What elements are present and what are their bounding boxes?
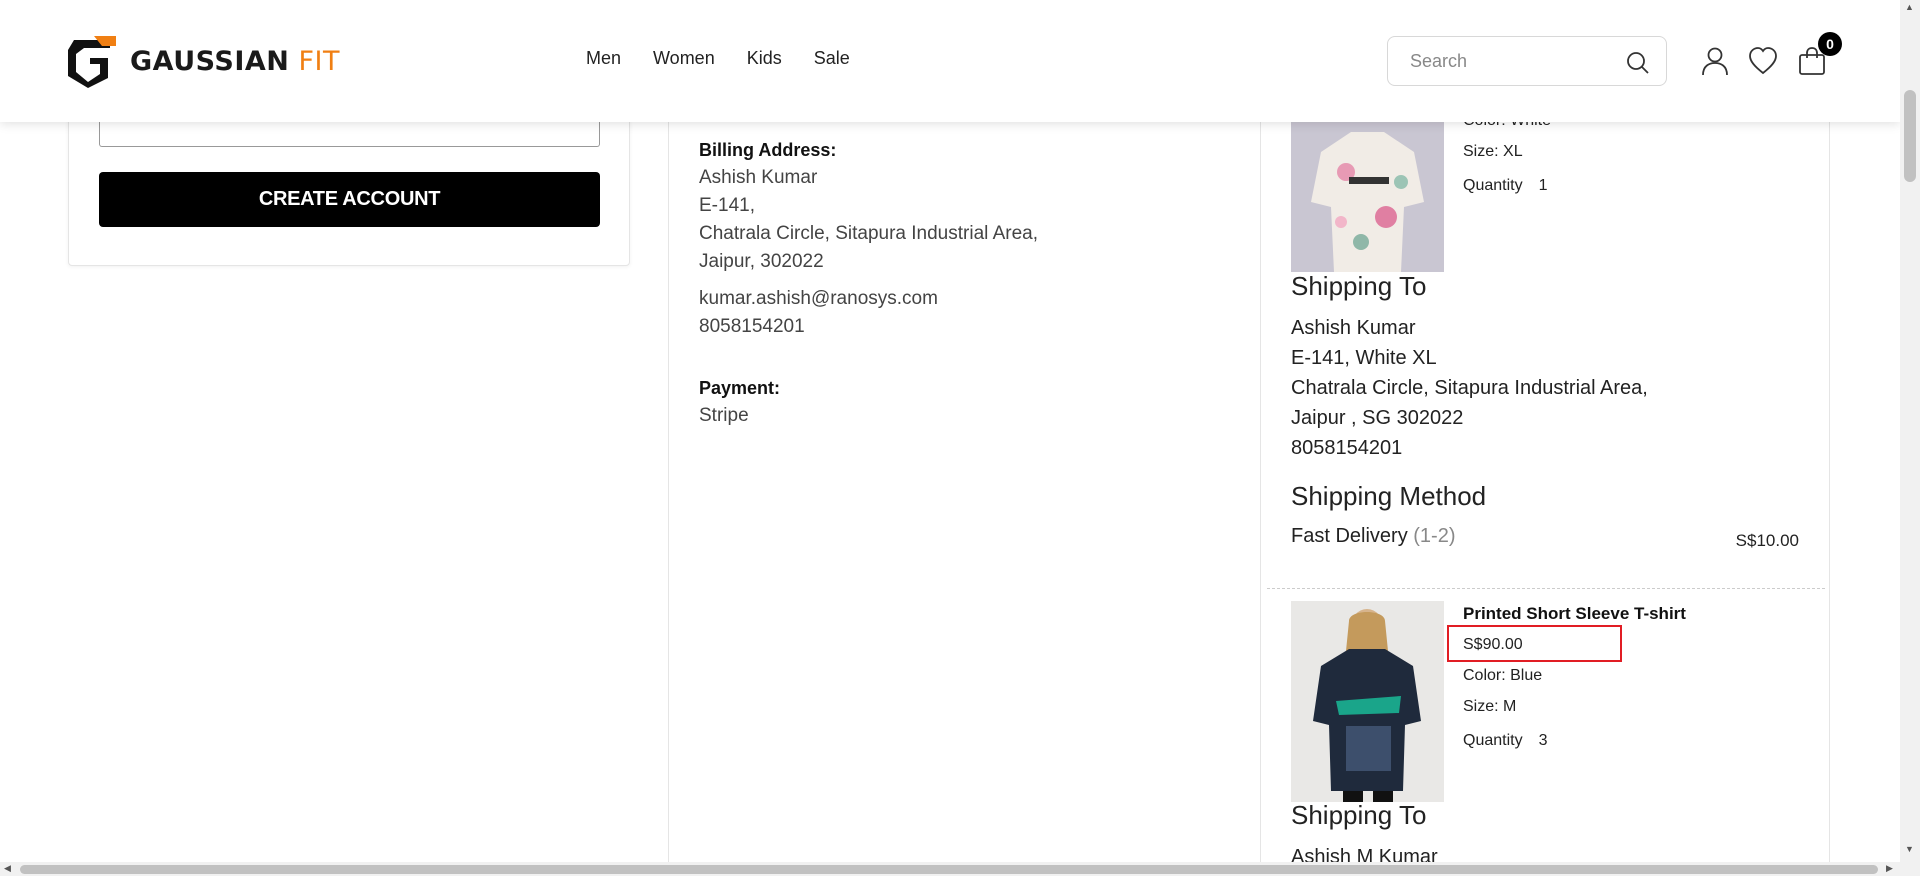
nav-item-women[interactable]: Women	[653, 48, 715, 69]
order-items-column: Color: White Size: XL Quantity1 Shipping…	[1260, 0, 1830, 876]
shipping-address: Ashish Kumar E-141, White XL Chatrala Ci…	[1291, 313, 1648, 463]
horizontal-scrollbar[interactable]: ◀ ▶	[0, 862, 1900, 876]
scroll-right-arrow-icon[interactable]: ▶	[1886, 863, 1893, 874]
payment-method: Stripe	[699, 405, 749, 426]
shipping-method-name: Fast Delivery (1-2)	[1291, 525, 1456, 547]
item-divider	[1267, 588, 1825, 589]
nav-item-sale[interactable]: Sale	[814, 48, 850, 69]
main-nav: Men Women Kids Sale	[586, 48, 850, 69]
product-image[interactable]	[1291, 122, 1444, 272]
scroll-left-arrow-icon[interactable]: ◀	[4, 863, 11, 874]
product-name[interactable]: Printed Short Sleeve T-shirt	[1463, 604, 1686, 624]
price-highlight-box	[1447, 625, 1622, 662]
shipping-method-title: Shipping Method	[1291, 481, 1487, 511]
logo-icon	[68, 36, 116, 88]
billing-line2: Chatrala Circle, Sitapura Industrial Are…	[699, 223, 1038, 244]
ship-line2: Chatrala Circle, Sitapura Industrial Are…	[1291, 377, 1648, 399]
order-details-column: Billing Address: Ashish Kumar E-141, Cha…	[668, 0, 1260, 876]
site-header: GAUSSIAN FIT Men Women Kids Sale 0	[0, 0, 1900, 122]
shipping-to-title: Shipping To	[1291, 271, 1427, 301]
brand-logo[interactable]: GAUSSIAN FIT	[66, 34, 340, 88]
billing-address-label: Billing Address:	[699, 140, 837, 160]
billing-line1: E-141,	[699, 195, 755, 216]
product-image[interactable]	[1291, 601, 1444, 802]
cart-count-badge: 0	[1818, 32, 1842, 56]
search-icon[interactable]	[1626, 51, 1650, 75]
shipping-to-title: Shipping To	[1291, 800, 1427, 830]
product-size: Size: XL	[1463, 143, 1523, 160]
billing-email: kumar.ashish@ranosys.com	[699, 288, 938, 309]
search-box	[1387, 36, 1667, 86]
product-color: Color: Blue	[1463, 667, 1543, 684]
user-account-icon[interactable]	[1700, 46, 1730, 76]
shipping-method-price: S$10.00	[1735, 531, 1799, 550]
billing-address: Billing Address: Ashish Kumar E-141, Cha…	[699, 136, 1038, 276]
billing-contact: kumar.ashish@ranosys.com 8058154201	[699, 285, 938, 341]
nav-item-men[interactable]: Men	[586, 48, 621, 69]
ship-line1: E-141, White XL	[1291, 347, 1437, 369]
vertical-scrollbar[interactable]: ▲ ▼	[1900, 0, 1920, 876]
payment-label: Payment:	[699, 378, 781, 398]
payment-info: Payment: Stripe	[699, 374, 780, 430]
wishlist-heart-icon[interactable]	[1748, 46, 1778, 76]
vertical-scroll-thumb[interactable]	[1904, 90, 1916, 182]
scroll-up-arrow-icon[interactable]: ▲	[1905, 2, 1914, 12]
create-account-button[interactable]: CREATE ACCOUNT	[99, 172, 600, 227]
billing-name: Ashish Kumar	[699, 167, 818, 188]
product-quantity: Quantity 3	[1463, 732, 1548, 749]
billing-phone: 8058154201	[699, 316, 805, 337]
ship-line3: Jaipur , SG 302022	[1291, 407, 1464, 429]
scroll-down-arrow-icon[interactable]: ▼	[1905, 844, 1914, 854]
ship-name: Ashish Kumar	[1291, 317, 1416, 339]
product-quantity: Quantity 1	[1463, 177, 1548, 194]
ship-phone: 8058154201	[1291, 437, 1403, 459]
nav-item-kids[interactable]: Kids	[747, 48, 782, 69]
horizontal-scroll-thumb[interactable]	[20, 865, 1878, 874]
search-input[interactable]	[1388, 37, 1608, 85]
product-size: Size: M	[1463, 698, 1517, 715]
logo-wordmark: GAUSSIAN FIT	[130, 45, 340, 77]
billing-line3: Jaipur, 302022	[699, 251, 824, 272]
